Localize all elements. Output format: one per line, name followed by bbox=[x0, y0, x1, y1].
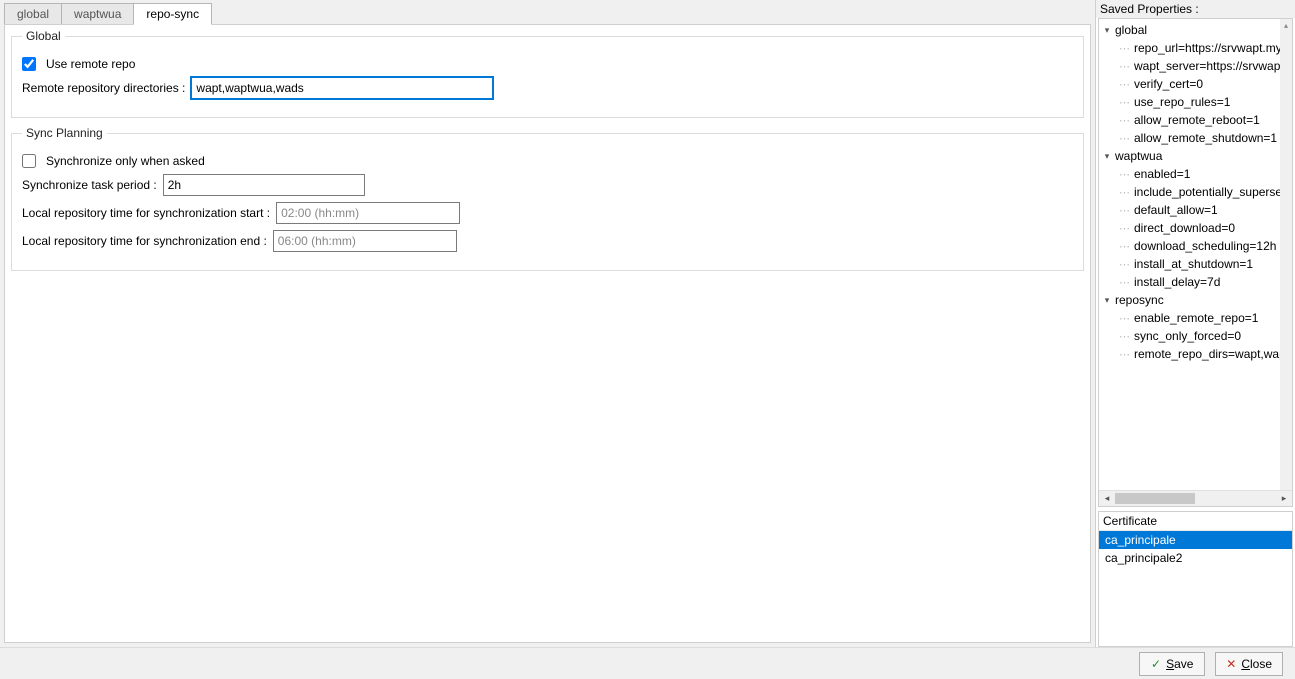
tree-node-label: waptwua bbox=[1113, 149, 1162, 163]
tree-node-label: enabled=1 bbox=[1132, 167, 1190, 181]
sync-start-input[interactable] bbox=[276, 202, 460, 224]
tree-node-label: enable_remote_repo=1 bbox=[1132, 311, 1258, 325]
tree-node-label: wapt_server=https://srvwapt bbox=[1132, 59, 1284, 73]
group-sync-legend: Sync Planning bbox=[22, 126, 107, 140]
tree-leaf-node[interactable]: ⋯allow_remote_reboot=1 bbox=[1101, 111, 1292, 129]
tree-node-label: reposync bbox=[1113, 293, 1164, 307]
remote-dirs-label: Remote repository directories : bbox=[22, 81, 185, 95]
tree-root-node[interactable]: ▾reposync bbox=[1101, 291, 1292, 309]
tree-node-label: install_at_shutdown=1 bbox=[1132, 257, 1253, 271]
period-input[interactable] bbox=[163, 174, 365, 196]
tree-node-label: remote_repo_dirs=wapt,wap bbox=[1132, 347, 1286, 361]
tree-branch-icon: ⋯ bbox=[1119, 78, 1132, 91]
tree-root-node[interactable]: ▾global bbox=[1101, 21, 1292, 39]
certificate-item[interactable]: ca_principale2 bbox=[1099, 549, 1292, 567]
tree-node-label: use_repo_rules=1 bbox=[1132, 95, 1230, 109]
tree-leaf-node[interactable]: ⋯allow_remote_shutdown=1 bbox=[1101, 129, 1292, 147]
tree-leaf-node[interactable]: ⋯remote_repo_dirs=wapt,wap bbox=[1101, 345, 1292, 363]
close-icon: ✕ bbox=[1226, 657, 1236, 671]
sync-only-label: Synchronize only when asked bbox=[46, 154, 205, 168]
tree-branch-icon: ⋯ bbox=[1119, 42, 1132, 55]
tree-branch-icon: ⋯ bbox=[1119, 330, 1132, 343]
tree-branch-icon: ⋯ bbox=[1119, 186, 1132, 199]
scroll-right-icon[interactable]: ▸ bbox=[1276, 491, 1292, 506]
tree-leaf-node[interactable]: ⋯direct_download=0 bbox=[1101, 219, 1292, 237]
tree-branch-icon: ⋯ bbox=[1119, 114, 1132, 127]
tree-node-label: download_scheduling=12h bbox=[1132, 239, 1276, 253]
vertical-scrollbar[interactable]: ▴ bbox=[1280, 19, 1292, 490]
expand-icon[interactable]: ▾ bbox=[1101, 25, 1113, 36]
tree-branch-icon: ⋯ bbox=[1119, 222, 1132, 235]
period-label: Synchronize task period : bbox=[22, 178, 157, 192]
sync-only-checkbox[interactable] bbox=[22, 154, 36, 168]
close-button-label: Close bbox=[1241, 657, 1272, 671]
tree-node-label: direct_download=0 bbox=[1132, 221, 1235, 235]
sync-start-label: Local repository time for synchronizatio… bbox=[22, 206, 270, 220]
tab-bar: global waptwua repo-sync bbox=[4, 2, 1091, 24]
tree-branch-icon: ⋯ bbox=[1119, 276, 1132, 289]
tree-leaf-node[interactable]: ⋯default_allow=1 bbox=[1101, 201, 1292, 219]
certificate-header: Certificate bbox=[1099, 512, 1292, 531]
tree-node-label: include_potentially_supersed bbox=[1132, 185, 1289, 199]
expand-icon[interactable]: ▾ bbox=[1101, 151, 1113, 162]
horizontal-scrollbar[interactable]: ◂ ▸ bbox=[1099, 490, 1292, 506]
tree-node-label: global bbox=[1113, 23, 1147, 37]
certificate-item[interactable]: ca_principale bbox=[1099, 531, 1292, 549]
remote-dirs-input[interactable] bbox=[191, 77, 493, 99]
tab-reposync[interactable]: repo-sync bbox=[133, 3, 212, 25]
tree-root-node[interactable]: ▾waptwua bbox=[1101, 147, 1292, 165]
tree-branch-icon: ⋯ bbox=[1119, 348, 1132, 361]
sync-end-label: Local repository time for synchronizatio… bbox=[22, 234, 267, 248]
tree-leaf-node[interactable]: ⋯use_repo_rules=1 bbox=[1101, 93, 1292, 111]
group-global-legend: Global bbox=[22, 29, 65, 43]
saved-properties-tree: ▾global⋯repo_url=https://srvwapt.my⋯wapt… bbox=[1098, 18, 1293, 507]
close-button[interactable]: ✕ Close bbox=[1215, 652, 1283, 676]
tree-leaf-node[interactable]: ⋯download_scheduling=12h bbox=[1101, 237, 1292, 255]
tree-node-label: default_allow=1 bbox=[1132, 203, 1218, 217]
check-icon: ✓ bbox=[1151, 657, 1161, 671]
tree-leaf-node[interactable]: ⋯verify_cert=0 bbox=[1101, 75, 1292, 93]
certificate-panel: Certificate ca_principaleca_principale2 bbox=[1098, 511, 1293, 647]
expand-icon[interactable]: ▾ bbox=[1101, 295, 1113, 306]
save-button-label: Save bbox=[1166, 657, 1193, 671]
tree-node-label: repo_url=https://srvwapt.my bbox=[1132, 41, 1282, 55]
tree-branch-icon: ⋯ bbox=[1119, 60, 1132, 73]
tree-branch-icon: ⋯ bbox=[1119, 204, 1132, 217]
tree-node-label: verify_cert=0 bbox=[1132, 77, 1203, 91]
tree-leaf-node[interactable]: ⋯enabled=1 bbox=[1101, 165, 1292, 183]
scroll-up-icon[interactable]: ▴ bbox=[1280, 19, 1292, 31]
tree-node-label: allow_remote_reboot=1 bbox=[1132, 113, 1260, 127]
tree-branch-icon: ⋯ bbox=[1119, 132, 1132, 145]
sync-end-input[interactable] bbox=[273, 230, 457, 252]
group-sync-planning: Sync Planning Synchronize only when aske… bbox=[11, 126, 1084, 271]
scroll-thumb[interactable] bbox=[1115, 493, 1195, 504]
tab-waptwua[interactable]: waptwua bbox=[61, 3, 134, 24]
group-global: Global Use remote repo Remote repository… bbox=[11, 29, 1084, 118]
tab-content-reposync: Global Use remote repo Remote repository… bbox=[4, 24, 1091, 643]
tree-leaf-node[interactable]: ⋯wapt_server=https://srvwapt bbox=[1101, 57, 1292, 75]
tree-branch-icon: ⋯ bbox=[1119, 168, 1132, 181]
tree-leaf-node[interactable]: ⋯enable_remote_repo=1 bbox=[1101, 309, 1292, 327]
tree-leaf-node[interactable]: ⋯install_delay=7d bbox=[1101, 273, 1292, 291]
use-remote-repo-checkbox[interactable] bbox=[22, 57, 36, 71]
use-remote-repo-label: Use remote repo bbox=[46, 57, 135, 71]
tree-leaf-node[interactable]: ⋯install_at_shutdown=1 bbox=[1101, 255, 1292, 273]
tree-branch-icon: ⋯ bbox=[1119, 258, 1132, 271]
tree-node-label: install_delay=7d bbox=[1132, 275, 1220, 289]
tree-branch-icon: ⋯ bbox=[1119, 96, 1132, 109]
tree-branch-icon: ⋯ bbox=[1119, 240, 1132, 253]
save-button[interactable]: ✓ Save bbox=[1139, 652, 1205, 676]
tree-node-label: sync_only_forced=0 bbox=[1132, 329, 1241, 343]
tree-branch-icon: ⋯ bbox=[1119, 312, 1132, 325]
tree-leaf-node[interactable]: ⋯include_potentially_supersed bbox=[1101, 183, 1292, 201]
tree-leaf-node[interactable]: ⋯repo_url=https://srvwapt.my bbox=[1101, 39, 1292, 57]
saved-properties-title: Saved Properties : bbox=[1096, 0, 1295, 18]
tree-node-label: allow_remote_shutdown=1 bbox=[1132, 131, 1277, 145]
scroll-left-icon[interactable]: ◂ bbox=[1099, 491, 1115, 506]
tree-leaf-node[interactable]: ⋯sync_only_forced=0 bbox=[1101, 327, 1292, 345]
tab-global[interactable]: global bbox=[4, 3, 62, 24]
footer-bar: ✓ Save ✕ Close bbox=[0, 647, 1295, 679]
